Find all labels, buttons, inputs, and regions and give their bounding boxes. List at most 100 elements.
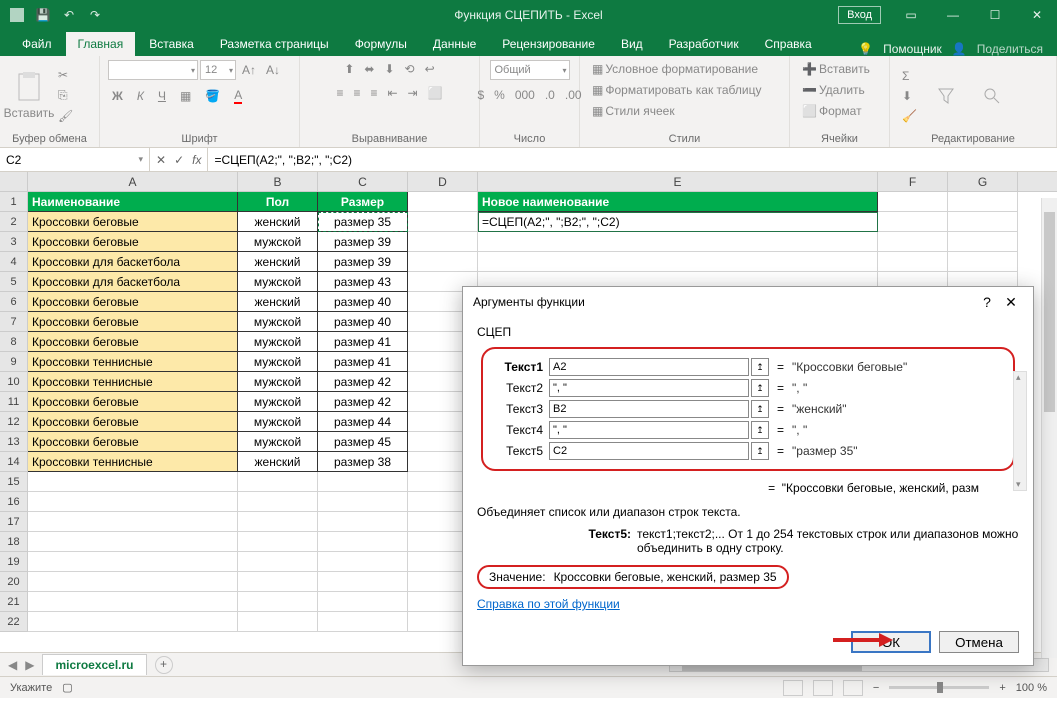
copy-icon[interactable]: ⎘	[54, 86, 77, 105]
col-header-a[interactable]: A	[28, 172, 238, 191]
fill-color-icon[interactable]: 🪣	[201, 87, 224, 105]
arg-input-4[interactable]	[549, 421, 749, 439]
col-header-c[interactable]: C	[318, 172, 408, 191]
cell[interactable]	[238, 512, 318, 532]
format-painter-icon[interactable]: 🖌	[54, 107, 77, 125]
add-sheet-button[interactable]: +	[155, 656, 173, 674]
row-header[interactable]: 7	[0, 312, 28, 332]
cell[interactable]	[318, 592, 408, 612]
italic-icon[interactable]: К	[133, 87, 148, 105]
cell[interactable]: мужской	[238, 372, 318, 392]
cell[interactable]: размер 44	[318, 412, 408, 432]
tab-developer[interactable]: Разработчик	[657, 32, 751, 56]
tell-me[interactable]: Помощник	[883, 42, 942, 56]
cell[interactable]: женский	[238, 252, 318, 272]
arg-input-1[interactable]	[549, 358, 749, 376]
cancel-formula-icon[interactable]: ✕	[156, 153, 166, 167]
tab-home[interactable]: Главная	[66, 32, 136, 56]
cut-icon[interactable]: ✂	[54, 66, 77, 84]
cell[interactable]: размер 41	[318, 352, 408, 372]
align-bottom-icon[interactable]: ⬇	[380, 60, 398, 78]
cell-styles-button[interactable]: ▦ Стили ячеек	[588, 102, 679, 120]
font-color-icon[interactable]: A	[230, 86, 246, 106]
row-header[interactable]: 14	[0, 452, 28, 472]
inc-decimal-icon[interactable]: .0	[541, 86, 559, 104]
cell[interactable]: Кроссовки беговые	[28, 292, 238, 312]
save-icon[interactable]: 💾	[32, 4, 54, 26]
name-box[interactable]: C2	[0, 148, 150, 171]
cell[interactable]: размер 45	[318, 432, 408, 452]
signin-button[interactable]: Вход	[838, 6, 881, 24]
cell[interactable]: Пол	[238, 192, 318, 212]
cell[interactable]: размер 40	[318, 292, 408, 312]
arg-ref-button[interactable]: ↥	[751, 400, 769, 418]
cell[interactable]: женский	[238, 292, 318, 312]
row-header[interactable]: 1	[0, 192, 28, 212]
delete-cells-button[interactable]: ➖ Удалить	[798, 81, 869, 99]
paste-button[interactable]: Вставить	[8, 72, 50, 120]
row-header[interactable]: 13	[0, 432, 28, 452]
cell[interactable]	[238, 592, 318, 612]
cell[interactable]: Кроссовки для баскетбола	[28, 252, 238, 272]
fx-icon[interactable]: fx	[192, 153, 201, 167]
orientation-icon[interactable]: ⟲	[401, 60, 419, 78]
cell[interactable]	[28, 612, 238, 632]
align-left-icon[interactable]: ≡	[332, 84, 347, 102]
cell[interactable]: мужской	[238, 412, 318, 432]
bold-icon[interactable]: Ж	[108, 87, 127, 105]
percent-icon[interactable]: %	[490, 86, 509, 104]
grow-font-icon[interactable]: A↑	[238, 61, 260, 79]
cell[interactable]	[238, 492, 318, 512]
close-icon[interactable]: ✕	[1017, 0, 1057, 30]
minimize-icon[interactable]: —	[933, 0, 973, 30]
cell[interactable]	[878, 252, 948, 272]
align-top-icon[interactable]: ⬆	[340, 60, 358, 78]
number-format-combo[interactable]: Общий	[490, 60, 570, 80]
function-help-link[interactable]: Справка по этой функции	[477, 597, 620, 611]
cell[interactable]: Кроссовки беговые	[28, 392, 238, 412]
tab-file[interactable]: Файл	[10, 32, 64, 56]
row-header[interactable]: 12	[0, 412, 28, 432]
cell[interactable]	[318, 512, 408, 532]
sheet-nav-next-icon[interactable]: ▶	[25, 658, 34, 672]
cell[interactable]: мужской	[238, 432, 318, 452]
cell[interactable]	[408, 192, 478, 212]
insert-cells-button[interactable]: ➕ Вставить	[798, 60, 874, 78]
zoom-slider[interactable]	[889, 686, 989, 689]
cell[interactable]: =СЦЕП(A2;", ";B2;", ";C2)	[478, 212, 878, 232]
dialog-help-icon[interactable]: ?	[975, 294, 999, 310]
cell[interactable]	[238, 472, 318, 492]
indent-dec-icon[interactable]: ⇤	[383, 84, 401, 102]
tab-view[interactable]: Вид	[609, 32, 655, 56]
clear-icon[interactable]: 🧹	[898, 107, 921, 125]
cell[interactable]	[948, 232, 1018, 252]
zoom-out-icon[interactable]: −	[873, 682, 879, 694]
col-header-d[interactable]: D	[408, 172, 478, 191]
cell[interactable]: Кроссовки теннисные	[28, 352, 238, 372]
arg-input-3[interactable]	[549, 400, 749, 418]
row-header[interactable]: 10	[0, 372, 28, 392]
cell[interactable]	[948, 212, 1018, 232]
row-header[interactable]: 20	[0, 572, 28, 592]
cell[interactable]	[318, 472, 408, 492]
row-header[interactable]: 21	[0, 592, 28, 612]
cell[interactable]: Кроссовки для баскетбола	[28, 272, 238, 292]
cell[interactable]	[878, 192, 948, 212]
cell[interactable]	[948, 252, 1018, 272]
tab-layout[interactable]: Разметка страницы	[208, 32, 341, 56]
cell[interactable]	[28, 572, 238, 592]
cell[interactable]	[948, 192, 1018, 212]
select-all-corner[interactable]	[0, 172, 28, 191]
cell[interactable]: размер 39	[318, 252, 408, 272]
cell[interactable]: Кроссовки беговые	[28, 332, 238, 352]
cell[interactable]: Кроссовки беговые	[28, 232, 238, 252]
cell[interactable]	[408, 232, 478, 252]
cell[interactable]	[28, 472, 238, 492]
border-icon[interactable]: ▦	[176, 87, 195, 105]
cond-format-button[interactable]: ▦ Условное форматирование	[588, 60, 762, 78]
arg-ref-button[interactable]: ↥	[751, 379, 769, 397]
arg-input-5[interactable]	[549, 442, 749, 460]
vertical-scrollbar[interactable]	[1041, 198, 1057, 658]
row-header[interactable]: 16	[0, 492, 28, 512]
underline-icon[interactable]: Ч	[154, 87, 170, 105]
